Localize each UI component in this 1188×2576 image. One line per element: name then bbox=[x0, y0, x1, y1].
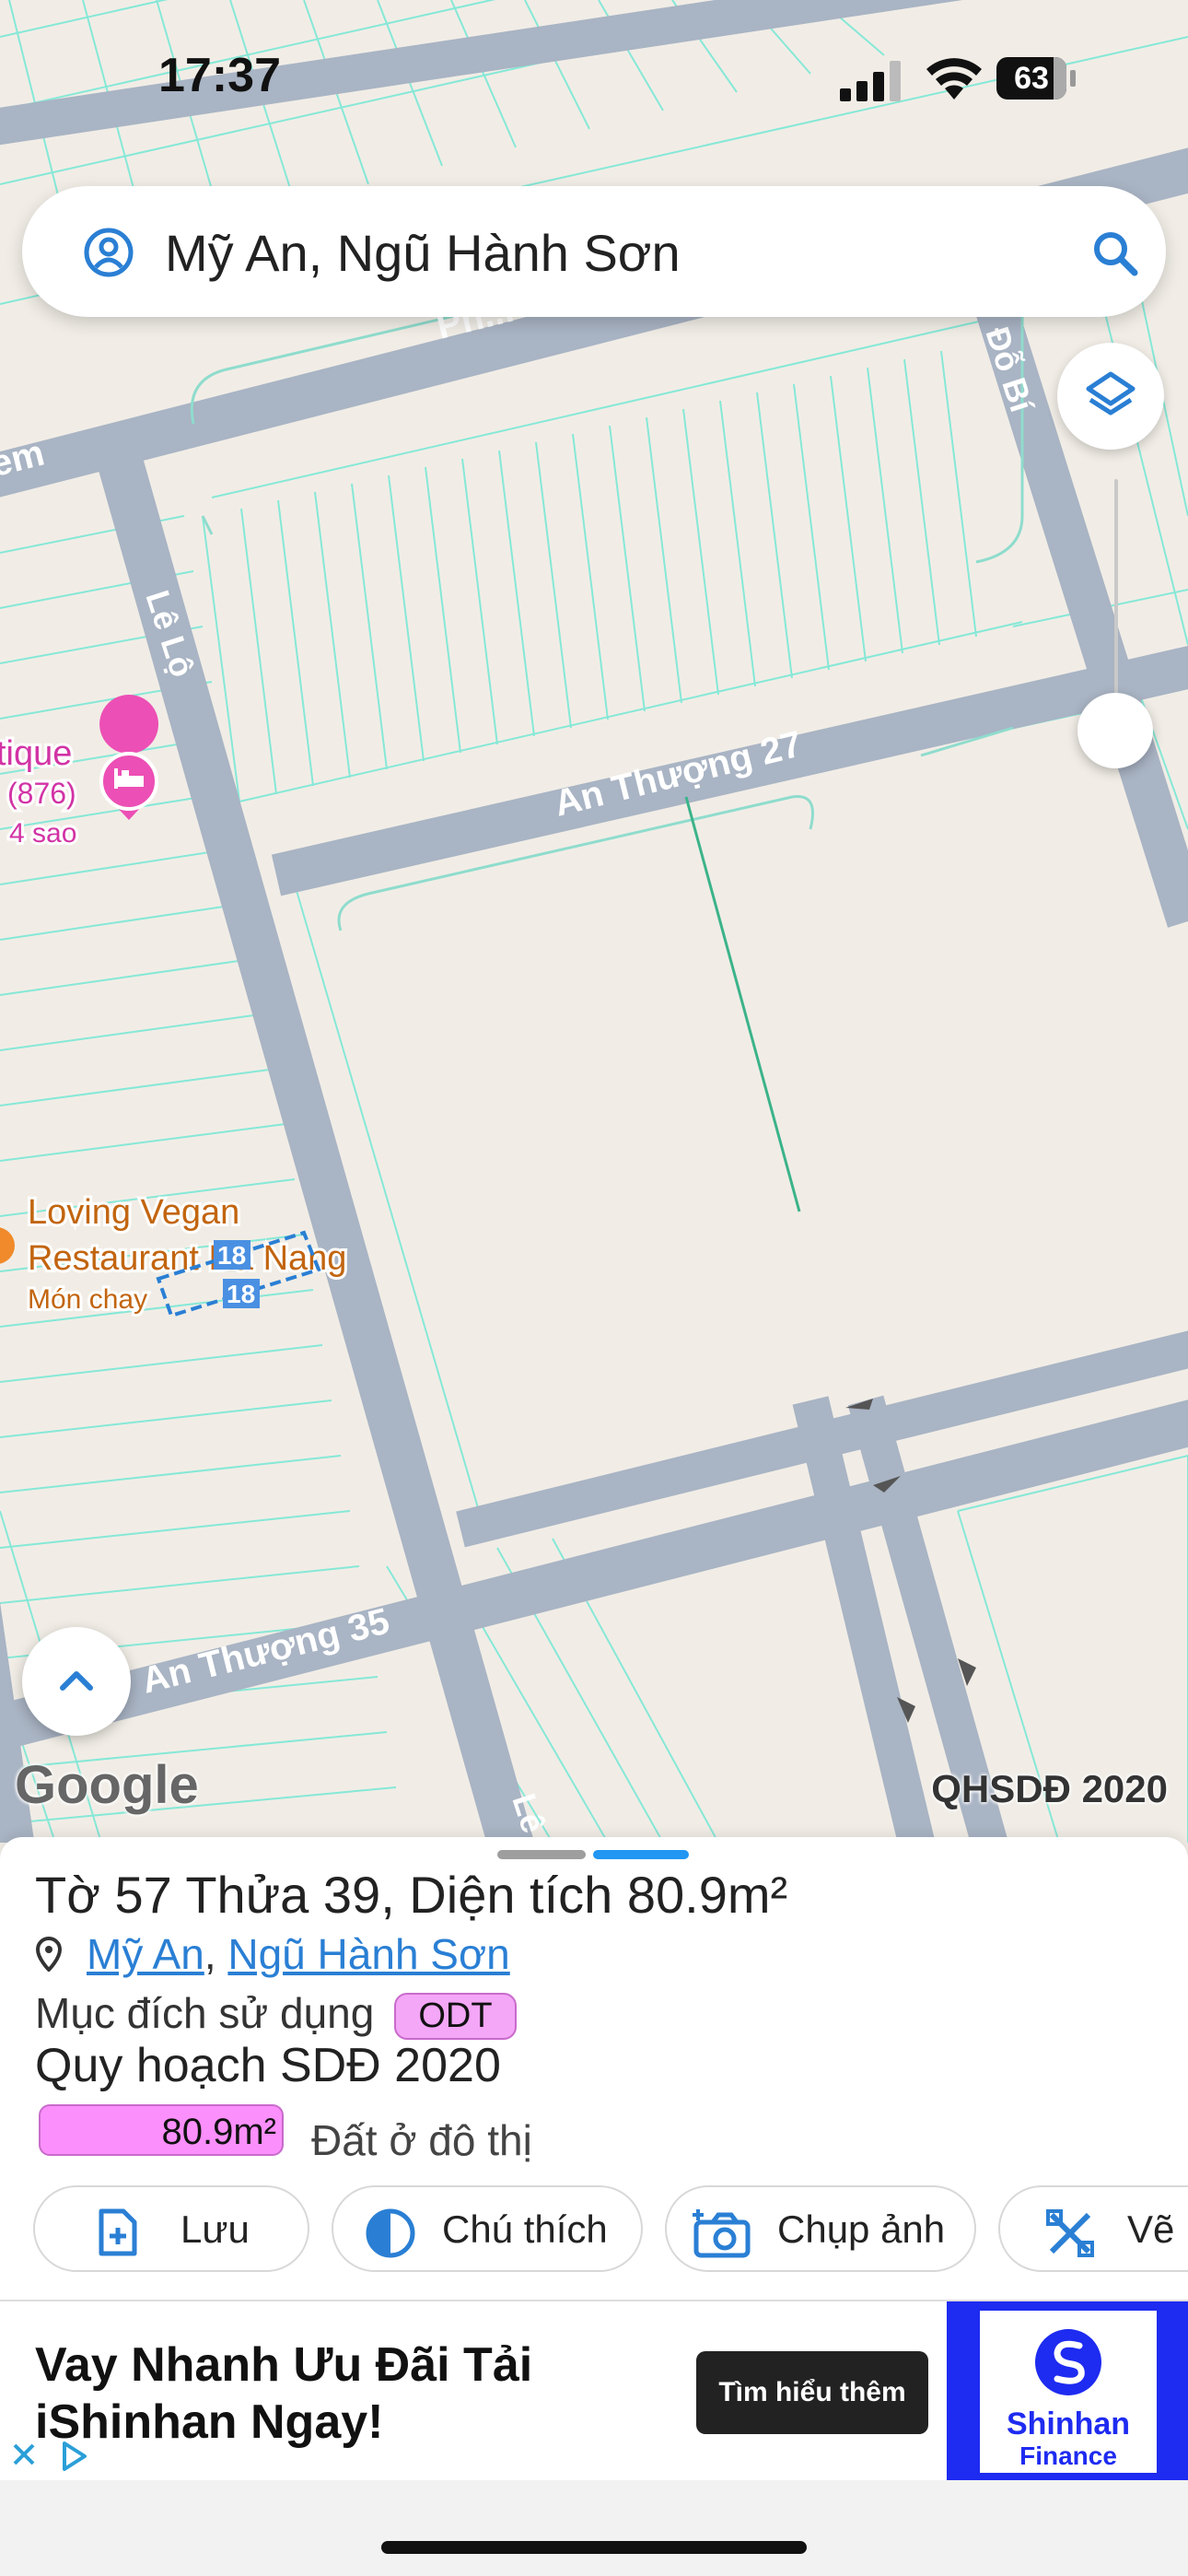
draw-tools-icon bbox=[1046, 2209, 1094, 2257]
sheet-grabber[interactable] bbox=[497, 1850, 586, 1859]
adchoices-icon[interactable] bbox=[57, 2440, 90, 2473]
save-label: Lưu bbox=[181, 2207, 250, 2251]
search-icon[interactable] bbox=[1090, 228, 1140, 278]
ad-cta-button[interactable]: Tìm hiểu thêm bbox=[696, 2351, 928, 2434]
ad-close-icon[interactable] bbox=[7, 2438, 41, 2471]
parcel-title: Tờ 57 Thửa 39, Diện tích 80.9m² bbox=[35, 1865, 787, 1925]
plan-title: Quy hoạch SDĐ 2020 bbox=[35, 2039, 501, 2092]
plan-area-bar: 80.9m² bbox=[39, 2104, 284, 2156]
hotel-stars: 4 sao bbox=[9, 818, 76, 849]
ad-headline: Vay Nhanh Ưu Đãi Tải iShinhan Ngay! bbox=[35, 2336, 606, 2451]
status-time: 17:37 bbox=[158, 49, 281, 102]
add-photo-icon bbox=[693, 2209, 751, 2258]
legend-label: Chú thích bbox=[442, 2207, 608, 2251]
wifi-icon bbox=[926, 58, 982, 100]
ad-brand-logo[interactable]: Shinhan Finance bbox=[947, 2301, 1188, 2482]
save-button[interactable]: Lưu bbox=[33, 2185, 309, 2272]
opacity-slider-handle[interactable] bbox=[1077, 693, 1153, 768]
battery-indicator: 63 bbox=[996, 57, 1076, 100]
home-indicator-area bbox=[0, 2480, 1188, 2576]
ward-link[interactable]: Mỹ An bbox=[87, 1930, 204, 1978]
ad-headline-line1: Vay Nhanh Ưu Đãi Tải bbox=[35, 2338, 533, 2392]
district-link[interactable]: Ngũ Hành Sơn bbox=[227, 1930, 509, 1978]
contrast-icon bbox=[366, 2208, 415, 2258]
parcel-sheet-prefix: Tờ bbox=[35, 1866, 115, 1924]
parcel-area: 80.9m² bbox=[626, 1866, 788, 1924]
ad-brand-sub: Finance bbox=[1019, 2441, 1117, 2470]
parcel-number-1: 18 bbox=[217, 1241, 246, 1270]
draw-button[interactable]: Vẽ bbox=[998, 2185, 1188, 2272]
chevron-up-icon bbox=[60, 1671, 93, 1691]
plan-land-type: Đất ở đô thị bbox=[311, 2115, 532, 2164]
parcel-sheet-number: 57 bbox=[114, 1866, 172, 1924]
parcel-info-sheet[interactable]: Tờ 57 Thửa 39, Diện tích 80.9m² Mỹ An, N… bbox=[0, 1837, 1188, 2300]
parcel-location: Mỹ An, Ngũ Hành Sơn bbox=[35, 1929, 510, 1979]
add-file-icon bbox=[99, 2208, 137, 2256]
restaurant-name-line2: Restaurant Da Nang bbox=[28, 1239, 346, 1278]
photo-label: Chụp ảnh bbox=[777, 2207, 946, 2251]
search-bar[interactable]: Mỹ An, Ngũ Hành Sơn bbox=[22, 186, 1166, 317]
parcel-area-prefix: , Diện tích bbox=[380, 1866, 627, 1924]
expand-sheet-button[interactable] bbox=[22, 1627, 131, 1736]
home-indicator[interactable] bbox=[381, 2541, 807, 2554]
action-bar: Lưu Chú thích Chụp ảnh Vẽ bbox=[33, 2185, 1188, 2274]
land-use-code-badge[interactable]: ODT bbox=[394, 1993, 517, 2041]
google-logo: Google bbox=[15, 1755, 199, 1815]
parcel-number-2: 18 bbox=[227, 1280, 255, 1308]
layers-icon bbox=[1086, 371, 1136, 416]
hotel-name: tique bbox=[0, 734, 72, 773]
ad-banner[interactable]: Vay Nhanh Ưu Đãi Tải iShinhan Ngay! Tìm … bbox=[0, 2300, 1188, 2482]
status-bar: 17:37 63 bbox=[0, 0, 1188, 157]
opacity-slider-track[interactable] bbox=[1114, 479, 1118, 728]
location-pin-icon bbox=[35, 1937, 63, 1972]
legend-button[interactable]: Chú thích bbox=[332, 2185, 643, 2272]
hotel-reviews: (876) bbox=[7, 777, 76, 810]
draw-label: Vẽ bbox=[1127, 2207, 1175, 2251]
land-use-label: Mục đích sử dụng bbox=[35, 1989, 375, 2037]
map-layers-button[interactable] bbox=[1057, 343, 1164, 450]
cellular-signal-icon bbox=[840, 61, 901, 101]
search-query[interactable]: Mỹ An, Ngũ Hành Sơn bbox=[165, 223, 681, 283]
battery-level: 63 bbox=[1014, 61, 1049, 96]
plan-row: 80.9m² Đất ở đô thị bbox=[39, 2104, 532, 2165]
shinhan-logo-icon bbox=[1035, 2329, 1101, 2395]
parcel-plot-prefix: Thửa bbox=[171, 1866, 323, 1924]
ad-brand-name: Shinhan bbox=[1006, 2406, 1131, 2441]
layer-attribution: QHSDĐ 2020 bbox=[931, 1767, 1168, 1810]
photo-button[interactable]: Chụp ảnh bbox=[665, 2185, 976, 2272]
restaurant-category: Món chay bbox=[28, 1284, 147, 1315]
ad-headline-line2: iShinhan Ngay! bbox=[35, 2395, 384, 2449]
sheet-grabber-active[interactable] bbox=[593, 1850, 689, 1859]
restaurant-name-line1: Loving Vegan bbox=[28, 1193, 239, 1232]
parcel-plot-number: 39 bbox=[322, 1866, 381, 1924]
account-icon[interactable] bbox=[83, 227, 134, 278]
land-use-row: Mục đích sử dụng ODT bbox=[35, 1988, 517, 2041]
